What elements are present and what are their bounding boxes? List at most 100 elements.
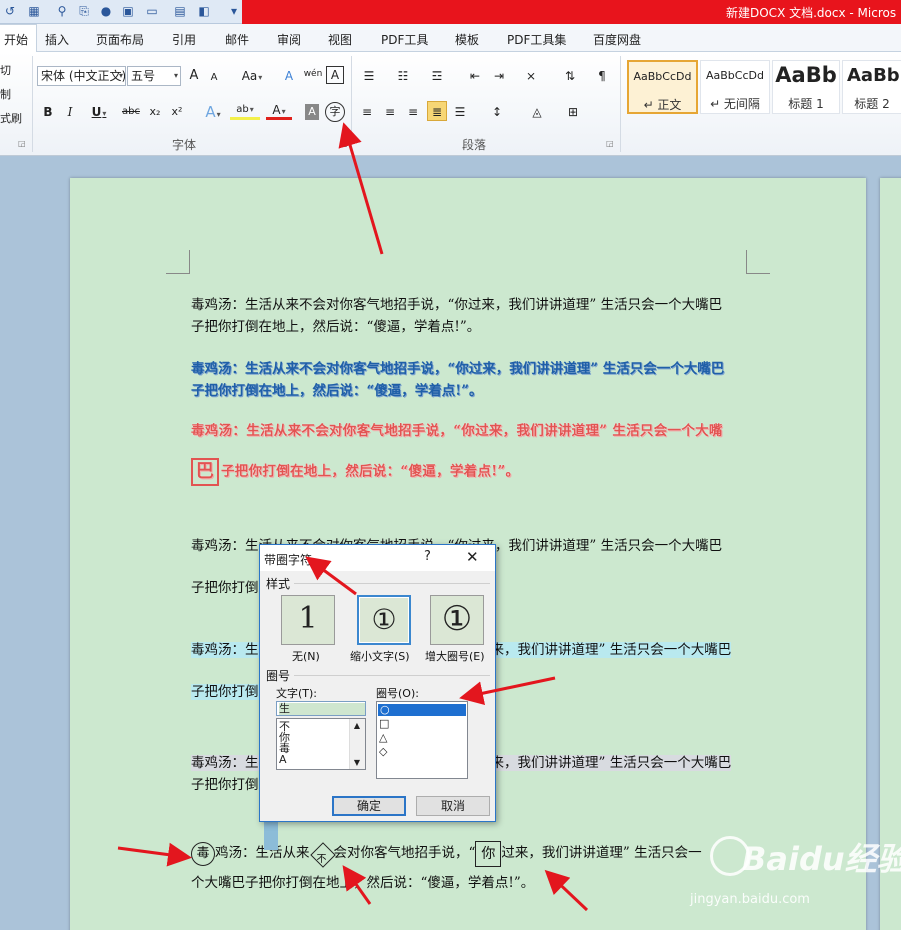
- tab-baidu-netdisk[interactable]: 百度网盘: [593, 31, 641, 48]
- clear-format-button[interactable]: A: [280, 66, 298, 86]
- text-effects-button[interactable]: A: [200, 102, 226, 122]
- paragraph-blue-shadow[interactable]: 毒鸡汤：生活从来不会对你客气地招手说，“你过来，我们讲讲道理” 生活只会一个大嘴…: [191, 358, 751, 402]
- subscript-button[interactable]: x₂: [146, 102, 164, 122]
- char-shading-button[interactable]: A: [305, 104, 319, 120]
- change-case-button[interactable]: Aa: [238, 66, 266, 86]
- textbox-icon[interactable]: ▭: [144, 3, 160, 19]
- copy-button[interactable]: 制: [0, 86, 11, 102]
- customize-icon[interactable]: ▾: [226, 3, 242, 19]
- style-normal[interactable]: AaBbCcDd ↵ 正文: [627, 60, 698, 114]
- help-button[interactable]: ?: [424, 549, 431, 564]
- highlight-button[interactable]: ab: [230, 100, 260, 120]
- bold-button[interactable]: B: [40, 102, 56, 122]
- paragraph-red-outline[interactable]: 毒鸡汤：生活从来不会对你客气地招手说，“你过来，我们讲讲道理” 生活只会一个大嘴…: [191, 420, 751, 486]
- tab-references[interactable]: 引用: [172, 31, 196, 48]
- text-input[interactable]: 生: [276, 701, 366, 716]
- shape-item-circle[interactable]: ○: [378, 704, 466, 716]
- paragraph-line: 子把你打倒在地上，然后说：“傻逼，学着点!”。: [191, 319, 481, 335]
- watermark-url: jingyan.baidu.com: [690, 892, 810, 907]
- tab-insert[interactable]: 插入: [45, 31, 69, 48]
- increase-indent-icon[interactable]: ⇥: [490, 66, 508, 86]
- image-icon[interactable]: ▣: [120, 3, 136, 19]
- paragraph-launcher-icon[interactable]: ◲: [606, 139, 614, 148]
- picture-icon[interactable]: ▤: [172, 3, 188, 19]
- shading-icon[interactable]: ◬: [524, 102, 550, 122]
- shape-item-diamond[interactable]: ◇: [379, 746, 387, 757]
- align-right-icon[interactable]: ≡: [404, 102, 422, 122]
- page-icon[interactable]: ⎘: [76, 3, 92, 19]
- tab-review[interactable]: 审阅: [277, 31, 301, 48]
- shape-item-triangle[interactable]: △: [379, 732, 387, 743]
- font-color-button[interactable]: A: [266, 100, 292, 120]
- cut-button[interactable]: 切: [0, 62, 11, 78]
- font-size-combo[interactable]: 五号 ▾: [127, 66, 181, 86]
- shape-item-square[interactable]: □: [379, 718, 389, 729]
- shrink-font-button[interactable]: A: [206, 68, 222, 88]
- style-option-enlarge-symbol[interactable]: ①: [430, 595, 484, 645]
- grow-font-button[interactable]: A: [186, 66, 202, 86]
- text-listbox[interactable]: 不 你 毒 A ▲ ▼: [276, 718, 366, 770]
- text-input-value: 生: [279, 703, 365, 715]
- phonetic-guide-button[interactable]: wén: [302, 64, 324, 84]
- style-sample: AaBbCcDd: [633, 70, 692, 83]
- strikethrough-button[interactable]: abc: [120, 102, 142, 122]
- numbering-icon[interactable]: ☷: [392, 66, 414, 86]
- align-center-icon[interactable]: ≡: [381, 102, 399, 122]
- distributed-icon[interactable]: ☰: [451, 102, 469, 122]
- tab-view[interactable]: 视图: [328, 31, 352, 48]
- bullets-icon[interactable]: ☰: [358, 66, 380, 86]
- style-option-none[interactable]: 1: [281, 595, 335, 645]
- shape-field-label: 圈号(O):: [376, 687, 419, 700]
- line-spacing-icon[interactable]: ↕: [484, 102, 510, 122]
- close-button[interactable]: ✕: [466, 548, 479, 566]
- listbox-scrollbar[interactable]: ▲ ▼: [349, 719, 365, 769]
- scroll-up-icon[interactable]: ▲: [350, 721, 364, 730]
- find-icon[interactable]: ⚲: [54, 3, 70, 19]
- text-field-label: 文字(T):: [276, 687, 318, 700]
- style-option-glyph: ①: [441, 599, 473, 639]
- borders-icon[interactable]: ⊞: [560, 102, 586, 122]
- scroll-down-icon[interactable]: ▼: [350, 758, 364, 767]
- cancel-button[interactable]: 取消: [416, 796, 490, 816]
- ok-button[interactable]: 确定: [332, 796, 406, 816]
- char-border-button[interactable]: A: [326, 66, 344, 84]
- clipboard-launcher-icon[interactable]: ◲: [18, 139, 26, 148]
- tab-page-layout[interactable]: 页面布局: [96, 31, 144, 48]
- paragraph-plain[interactable]: 毒鸡汤：生活从来不会对你客气地招手说，“你过来，我们讲讲道理” 生活只会一个大嘴…: [191, 294, 751, 338]
- align-left-icon[interactable]: ≡: [358, 102, 376, 122]
- font-launcher-icon[interactable]: ◲: [340, 139, 348, 148]
- italic-button[interactable]: I: [62, 102, 78, 122]
- tab-pdf-toolset[interactable]: PDF工具集: [507, 31, 566, 48]
- enlarged-char: 巴: [191, 458, 219, 486]
- style-option-shrink-text[interactable]: ①: [357, 595, 411, 645]
- style-heading-1[interactable]: AaBb 标题 1: [772, 60, 840, 114]
- justify-icon[interactable]: ≣: [427, 101, 447, 121]
- ribbon-tabs: 开始 插入 页面布局 引用 邮件 审阅 视图 PDF工具 模板 PDF工具集 百…: [0, 24, 901, 53]
- chevron-down-icon: ▾: [173, 71, 178, 80]
- paragraph-line: 毒鸡汤：生活从来不会对你客气地招手说，“你过来，我们讲讲道理” 生活只会一个大嘴: [191, 423, 723, 439]
- enclosure-shape-listbox[interactable]: ○ □ △ ◇: [376, 701, 468, 779]
- tab-mailings[interactable]: 邮件: [225, 31, 249, 48]
- show-marks-icon[interactable]: ¶: [594, 66, 610, 86]
- table-icon[interactable]: ▦: [26, 3, 42, 19]
- asian-layout-icon[interactable]: ⨯: [520, 66, 542, 86]
- tab-pdf-tools[interactable]: PDF工具: [381, 31, 428, 48]
- tab-home[interactable]: 开始: [0, 24, 38, 53]
- shapes-icon[interactable]: ◧: [196, 3, 212, 19]
- section-divider: [294, 675, 490, 676]
- sort-icon[interactable]: ⇅: [560, 66, 580, 86]
- enclosed-char-circle: 毒: [191, 841, 215, 866]
- style-heading-2[interactable]: AaBb 标题 2: [842, 60, 901, 114]
- format-painter-button[interactable]: 式刷: [0, 110, 22, 126]
- circle-icon[interactable]: ●: [98, 3, 114, 19]
- list-item[interactable]: A: [279, 754, 287, 765]
- decrease-indent-icon[interactable]: ⇤: [466, 66, 484, 86]
- enclose-characters-button[interactable]: 字: [325, 102, 345, 122]
- superscript-button[interactable]: x²: [168, 102, 186, 122]
- style-no-spacing[interactable]: AaBbCcDd ↵ 无间隔: [700, 60, 770, 114]
- multilevel-list-icon[interactable]: ☲: [426, 66, 448, 86]
- tab-templates[interactable]: 模板: [455, 31, 479, 48]
- underline-button[interactable]: U: [86, 102, 112, 122]
- undo-icon[interactable]: ↺: [2, 3, 18, 19]
- font-name-combo[interactable]: 宋体 (中文正文) ▾: [37, 66, 126, 86]
